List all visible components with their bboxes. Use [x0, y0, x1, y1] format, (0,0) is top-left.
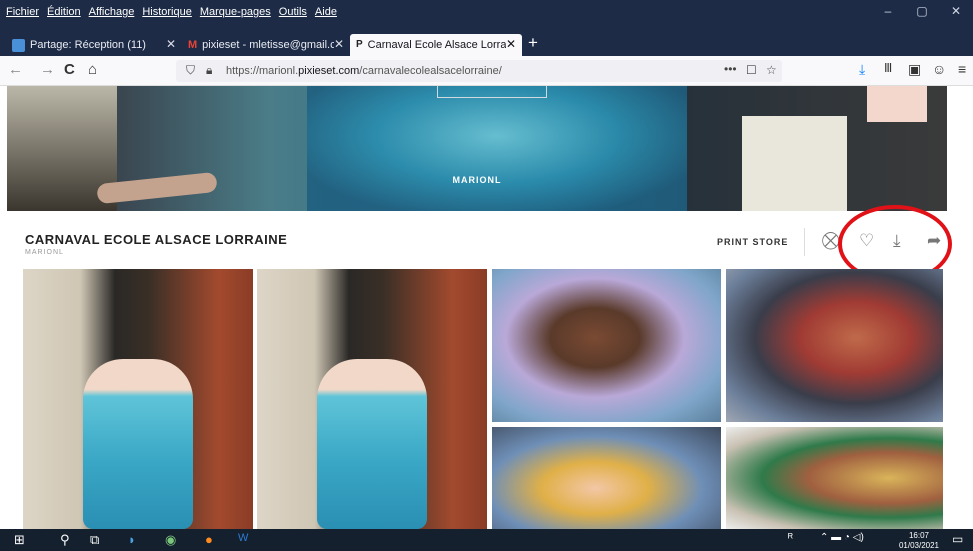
- taskbar: ⊞ ⚲ ⧉ ◗ ◉ ● W ᴿ ⌃ ▬ ◔ ◁) 16:07 01/03/202…: [0, 529, 973, 551]
- close-tab-icon[interactable]: ✕: [506, 37, 516, 51]
- window-controls: – ▢ ✕: [871, 4, 973, 18]
- library-icon[interactable]: Ⅲ: [884, 61, 892, 75]
- menu-marque-pages[interactable]: Marque-pages: [200, 6, 271, 18]
- photo-figure: [317, 359, 427, 529]
- cover-poster-small: [867, 86, 927, 122]
- menu-affichage[interactable]: Affichage: [89, 6, 135, 18]
- bookmark-star-icon[interactable]: ☆: [766, 63, 777, 77]
- mail-icon: [12, 38, 25, 52]
- tab-pixieset[interactable]: P Carnaval Ecole Alsace Lorraine ✕: [350, 34, 522, 56]
- hamburger-menu-icon[interactable]: ≡: [958, 61, 966, 77]
- cover-frame: [437, 86, 547, 98]
- pixieset-icon: P: [356, 38, 363, 50]
- close-window-button[interactable]: ✕: [939, 4, 973, 18]
- page-actions-icon[interactable]: •••: [724, 62, 737, 76]
- gallery-photo[interactable]: [23, 269, 253, 529]
- chrome-icon[interactable]: ◉: [165, 532, 176, 548]
- url-bar[interactable]: ⛉ 🔒︎ https://marionl.pixieset.com/carnav…: [176, 60, 782, 82]
- url-path: /carnavalecolealsacelorraine/: [359, 65, 502, 77]
- url-domain: pixieset.com: [298, 65, 360, 77]
- lock-icon: 🔒︎: [206, 63, 213, 77]
- sidebar-icon[interactable]: ▣: [908, 61, 921, 78]
- gallery-photo[interactable]: [492, 269, 721, 422]
- clock-date: 01/03/2021: [898, 541, 939, 550]
- maximize-button[interactable]: ▢: [905, 4, 939, 18]
- reload-button[interactable]: C: [64, 61, 75, 78]
- print-store-link[interactable]: PRINT STORE: [717, 237, 788, 247]
- title-bar: Fichier Édition Affichage Historique Mar…: [0, 0, 973, 32]
- account-icon[interactable]: ☺: [932, 61, 946, 77]
- gallery-photo[interactable]: [726, 427, 943, 529]
- forward-button[interactable]: →: [40, 61, 55, 78]
- downloads-icon[interactable]: ⤓: [859, 61, 865, 78]
- edge-icon[interactable]: ◗: [128, 532, 136, 547]
- search-icon[interactable]: ⚲: [60, 532, 70, 548]
- close-tab-icon[interactable]: ✕: [166, 37, 176, 51]
- pocket-icon[interactable]: ☐: [746, 63, 757, 77]
- home-button[interactable]: ⌂: [88, 61, 97, 78]
- url-text: https://marionl.pixieset.com/carnavaleco…: [226, 65, 502, 77]
- new-tab-button[interactable]: +: [528, 33, 538, 53]
- cover-dress: [307, 86, 687, 211]
- cart-icon[interactable]: ⛒: [822, 231, 839, 251]
- firefox-icon[interactable]: ●: [205, 532, 213, 547]
- menu-aide[interactable]: Aide: [315, 6, 337, 18]
- cover-poster: [742, 116, 847, 211]
- tab-mail[interactable]: Partage: Réception (11) ✕: [6, 34, 182, 56]
- navigation-bar: ← → C ⌂ ⛉ 🔒︎ https://marionl.pixieset.co…: [0, 56, 973, 86]
- tab-gmail[interactable]: M pixieset - mletisse@gmail.com ✕: [182, 34, 350, 56]
- tab-label: pixieset - mletisse@gmail.com: [202, 39, 335, 51]
- gallery-photo[interactable]: [257, 269, 487, 529]
- minimize-button[interactable]: –: [871, 4, 905, 18]
- task-view-icon[interactable]: ⧉: [90, 532, 99, 548]
- word-icon[interactable]: W: [238, 532, 248, 544]
- menu-outils[interactable]: Outils: [279, 6, 307, 18]
- shield-icon: ⛉: [186, 63, 196, 77]
- start-icon[interactable]: ⊞: [14, 532, 25, 548]
- menu-edition[interactable]: Édition: [47, 6, 81, 18]
- cover-image: MARIONL: [7, 86, 947, 211]
- clock[interactable]: 16:07 01/03/2021: [899, 531, 939, 551]
- menu-fichier[interactable]: Fichier: [6, 6, 39, 18]
- people-icon[interactable]: ᴿ: [788, 532, 793, 544]
- tab-label: Carnaval Ecole Alsace Lorraine: [367, 39, 506, 51]
- gmail-icon: M: [188, 38, 198, 51]
- tab-label: Partage: Réception (11): [30, 39, 146, 51]
- gallery-subtitle: MARIONL: [25, 249, 64, 256]
- header-divider: [804, 228, 805, 256]
- gallery-photo[interactable]: [492, 427, 721, 529]
- close-tab-icon[interactable]: ✕: [334, 37, 344, 51]
- tab-strip: Partage: Réception (11) ✕ M pixieset - m…: [0, 32, 973, 56]
- cover-studio-name: MARIONL: [452, 175, 502, 185]
- gallery-photo[interactable]: [726, 269, 943, 422]
- photo-figure: [83, 359, 193, 529]
- notifications-icon[interactable]: ▭: [952, 532, 963, 546]
- url-prefix: https://marionl.: [226, 65, 299, 77]
- gallery-title: CARNAVAL ECOLE ALSACE LORRAINE: [25, 232, 288, 247]
- clock-time: 16:07: [908, 531, 929, 540]
- menu-bar: Fichier Édition Affichage Historique Mar…: [6, 6, 337, 18]
- menu-historique[interactable]: Historique: [142, 6, 192, 18]
- system-tray-icons[interactable]: ⌃ ▬ ◔ ◁): [820, 532, 864, 543]
- back-button[interactable]: ←: [8, 61, 23, 78]
